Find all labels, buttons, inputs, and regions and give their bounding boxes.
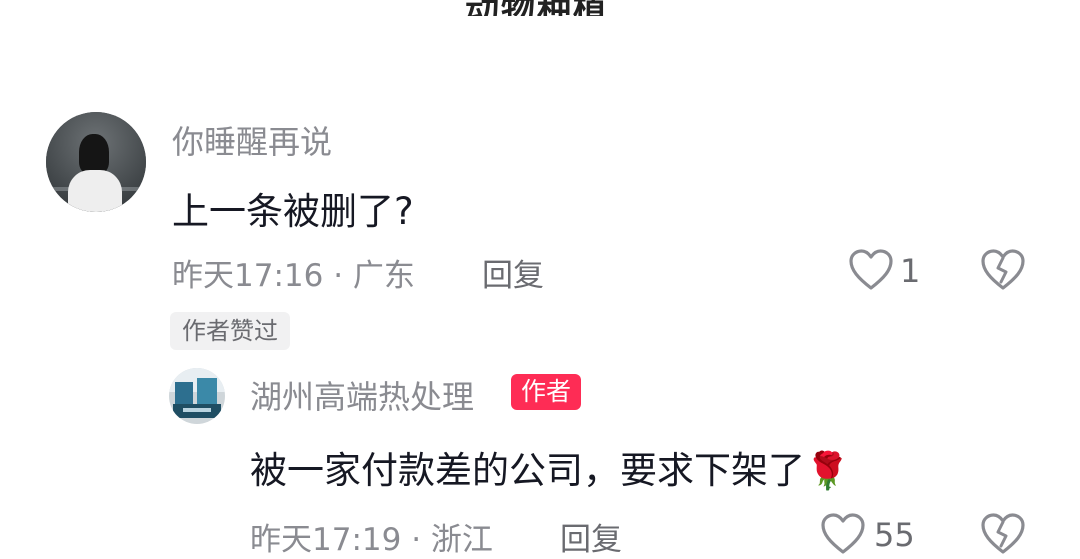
- comment-like-count: 1: [900, 252, 921, 290]
- comment-like-button[interactable]: [848, 248, 894, 292]
- author-liked-badge: 作者赞过: [170, 312, 290, 350]
- heart-icon: [849, 249, 893, 290]
- comment-reply-button[interactable]: 回复: [482, 250, 544, 295]
- reply-text-content: 被一家付款差的公司，要求下架了: [250, 449, 805, 492]
- reply-like-count: 55: [874, 516, 915, 554]
- comment-time-location: 昨天17:16 · 广东: [172, 258, 415, 294]
- broken-heart-icon: [981, 513, 1025, 554]
- author-badge: 作者: [511, 374, 582, 410]
- heart-icon: [821, 513, 865, 554]
- reply-text: 被一家付款差的公司，要求下架了🌹: [250, 440, 850, 494]
- replier-avatar[interactable]: [169, 368, 225, 424]
- reply-reply-button[interactable]: 回复: [560, 514, 622, 559]
- rose-emoji: 🌹: [805, 451, 850, 492]
- reply-like-button[interactable]: [820, 512, 866, 556]
- reply-dislike-button[interactable]: [980, 512, 1026, 556]
- comment-text: 上一条被删了?: [172, 190, 414, 233]
- replier-username[interactable]: 湖州高端热处理: [250, 372, 474, 418]
- cropped-top-text: 动物种植: [465, 0, 625, 16]
- commenter-username[interactable]: 你睡醒再说: [172, 117, 332, 163]
- reply-time-location: 昨天17:19 · 浙江: [250, 522, 493, 558]
- broken-heart-icon: [981, 249, 1025, 290]
- comment-dislike-button[interactable]: [980, 248, 1026, 292]
- commenter-avatar[interactable]: [46, 112, 146, 212]
